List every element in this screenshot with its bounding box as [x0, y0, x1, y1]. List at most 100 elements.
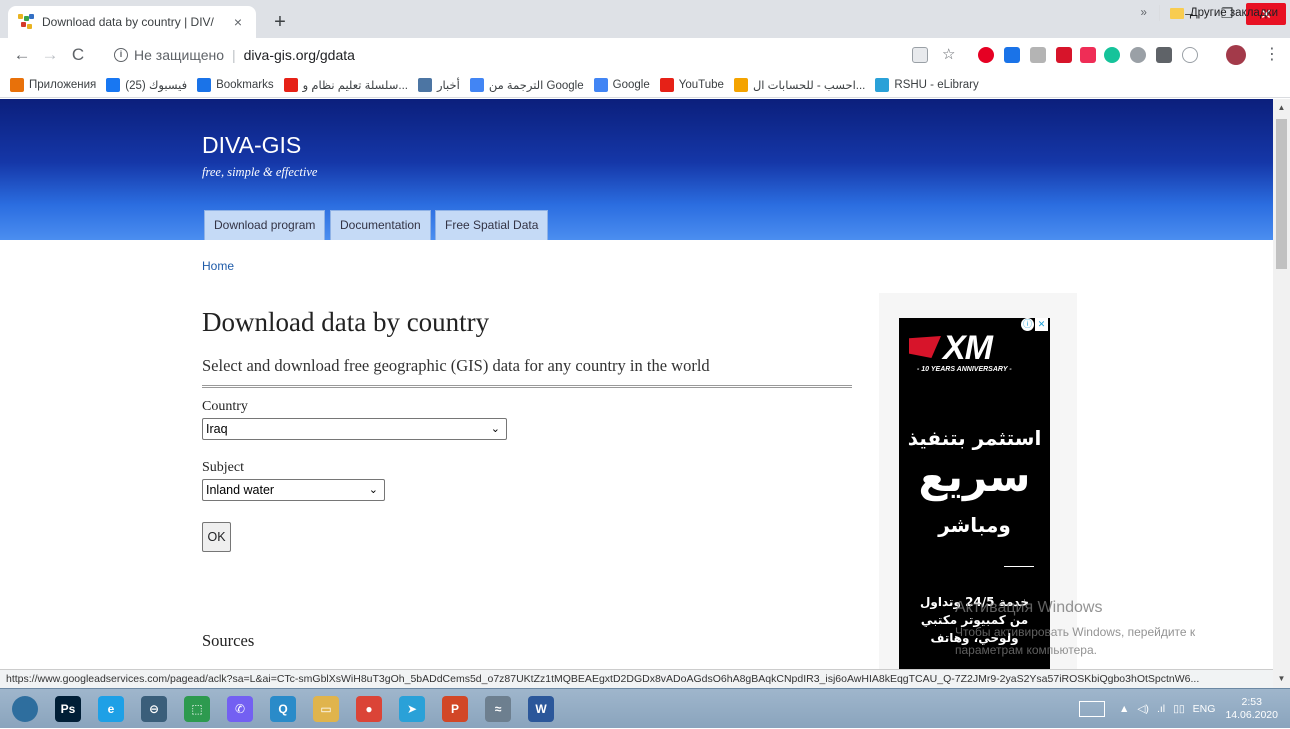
taskbar-powerpoint[interactable]: P: [438, 692, 472, 726]
powerpoint-icon: P: [442, 696, 468, 722]
ok-button[interactable]: OK: [202, 522, 231, 552]
taskbar-search-app[interactable]: Q: [266, 692, 300, 726]
grammarly-icon[interactable]: [1104, 47, 1120, 63]
ad-info-icon[interactable]: ⓘ: [1021, 318, 1034, 331]
bookmark-item[interactable]: الترجمة من Google: [469, 77, 584, 92]
vertical-scrollbar[interactable]: ▲: [1273, 99, 1290, 669]
bookmark-item[interactable]: Google: [593, 77, 650, 92]
page-viewport: DIVA-GIS free, simple & effective Downlo…: [0, 99, 1273, 669]
page-subtitle: Select and download free geographic (GIS…: [202, 356, 710, 375]
google-translate-icon: [469, 77, 484, 92]
scrollbar-thumb[interactable]: [1276, 119, 1287, 269]
bookmark-label: احسب - للحسابات ال...: [752, 79, 866, 92]
taskbar-file-explorer[interactable]: ▭: [309, 692, 343, 726]
taskbar-satellite-app[interactable]: ≈: [481, 692, 515, 726]
system-tray: ▲ ◁) .ıl ▯▯ ENG 2:53 14.06.2020: [1078, 689, 1290, 729]
tab-download-program[interactable]: Download program: [204, 210, 326, 240]
scroll-down-icon[interactable]: ▼: [1273, 669, 1290, 688]
profile-avatar[interactable]: [1226, 45, 1246, 65]
satellite-app-icon: ≈: [485, 696, 511, 722]
status-bar-url: https://www.googleadservices.com/pagead/…: [0, 669, 1273, 688]
url-text[interactable]: diva-gis.org/gdata: [244, 47, 355, 63]
bookmarks-more-icon[interactable]: »: [1140, 7, 1146, 19]
extension-gear-icon[interactable]: [1130, 47, 1146, 63]
translate-icon[interactable]: [912, 47, 928, 63]
bookmark-label: Приложения: [29, 78, 97, 91]
volume-icon[interactable]: ◁): [1137, 703, 1149, 715]
bookmark-item[interactable]: Приложения: [10, 77, 97, 92]
xm-logo: XM: [943, 329, 993, 367]
pinterest-icon[interactable]: [978, 47, 994, 63]
new-tab-button[interactable]: +: [266, 8, 294, 36]
extension-circle-icon[interactable]: [1182, 47, 1198, 63]
taskbar-start-button[interactable]: [8, 692, 42, 726]
other-bookmarks[interactable]: Другие закладки: [1190, 7, 1278, 19]
bookmark-item[interactable]: أخبار: [417, 77, 460, 92]
bookmark-star-icon[interactable]: ☆: [942, 47, 958, 63]
tab-close-icon[interactable]: ×: [230, 14, 246, 30]
bookmark-item[interactable]: RSHU - eLibrary: [875, 77, 979, 92]
language-indicator[interactable]: ENG: [1193, 703, 1216, 715]
chevron-down-icon: ⌄: [490, 423, 500, 435]
pdf-extension-icon[interactable]: [1030, 47, 1046, 63]
extension-search-icon[interactable]: [1004, 47, 1020, 63]
bookmark-item[interactable]: (25) فيسبوك: [106, 77, 188, 92]
subject-select[interactable]: Inland water ⌄: [202, 479, 385, 501]
telegram-icon: ➤: [399, 696, 425, 722]
address-bar[interactable]: i Не защищено | diva-gis.org/gdata: [98, 41, 958, 69]
extension-puzzle-icon[interactable]: [1156, 47, 1172, 63]
bookmark-label: (25) فيسبوك: [125, 79, 188, 92]
taskbar-telegram[interactable]: ➤: [395, 692, 429, 726]
clock-date: 14.06.2020: [1225, 709, 1278, 721]
bookmark-label: RSHU - eLibrary: [894, 78, 979, 91]
back-button[interactable]: ←: [10, 43, 34, 67]
signal-icon[interactable]: .ıl: [1157, 703, 1165, 715]
taskbar-photoshop[interactable]: Ps: [51, 692, 85, 726]
extension-adobe-icon[interactable]: [1080, 47, 1096, 63]
country-select[interactable]: Iraq ⌄: [202, 418, 507, 440]
bookmarks-divider: [1158, 5, 1160, 21]
photoshop-icon: Ps: [55, 696, 81, 722]
bookmark-item[interactable]: احسب - للحسابات ال...: [733, 77, 866, 92]
youtube-icon: [659, 77, 674, 92]
ad-divider: [1004, 566, 1034, 567]
keyboard-icon[interactable]: [1078, 701, 1105, 717]
globe-icon: [875, 77, 890, 92]
country-label: Country: [202, 399, 248, 414]
forward-button[interactable]: →: [38, 43, 62, 67]
orange-circle-icon: [733, 77, 748, 92]
reload-button[interactable]: C: [66, 43, 90, 67]
clock-time: 2:53: [1241, 696, 1262, 708]
taskbar-chrome[interactable]: ●: [352, 692, 386, 726]
taskbar-store[interactable]: ⬚: [180, 692, 214, 726]
ad-controls: ⓘ ✕: [1020, 318, 1048, 331]
sources-heading: Sources: [202, 631, 255, 650]
xm-logo-mark-icon: [909, 336, 941, 358]
bookmark-item[interactable]: سلسلة تعليم نظام و...: [283, 77, 408, 92]
tab-documentation[interactable]: Documentation: [330, 210, 431, 240]
bookmark-label: YouTube: [678, 78, 724, 91]
chevron-down-icon: ⌄: [368, 484, 378, 496]
clock[interactable]: 2:53 14.06.2020: [1225, 696, 1278, 722]
scroll-up-icon[interactable]: ▲: [1273, 99, 1290, 116]
site-header: DIVA-GIS free, simple & effective Downlo…: [0, 99, 1273, 240]
bookmark-item[interactable]: YouTube: [659, 77, 724, 92]
menu-dots-icon[interactable]: ⋮: [1264, 47, 1280, 63]
site-brand[interactable]: DIVA-GIS: [202, 132, 301, 159]
extension-red-icon[interactable]: [1056, 47, 1072, 63]
taskbar-internet-explorer[interactable]: e: [94, 692, 128, 726]
taskbar-word[interactable]: W: [524, 692, 558, 726]
tray-expand-icon[interactable]: ▲: [1119, 703, 1129, 715]
network-icon[interactable]: ▯▯: [1173, 703, 1185, 715]
breadcrumb-home[interactable]: Home: [202, 259, 234, 273]
internet-explorer-icon: e: [98, 696, 124, 722]
ad-close-icon[interactable]: ✕: [1035, 318, 1048, 331]
page-title: Download data by country: [202, 307, 490, 337]
bookmark-label: الترجمة من Google: [488, 79, 584, 92]
taskbar-viber[interactable]: ✆: [223, 692, 257, 726]
info-icon[interactable]: i: [114, 48, 128, 62]
tab-free-spatial-data[interactable]: Free Spatial Data: [435, 210, 549, 240]
bookmark-item[interactable]: Bookmarks: [197, 77, 274, 92]
taskbar-opera[interactable]: ⊖: [137, 692, 171, 726]
tab-active[interactable]: Download data by country | DIV/ ×: [8, 6, 256, 38]
